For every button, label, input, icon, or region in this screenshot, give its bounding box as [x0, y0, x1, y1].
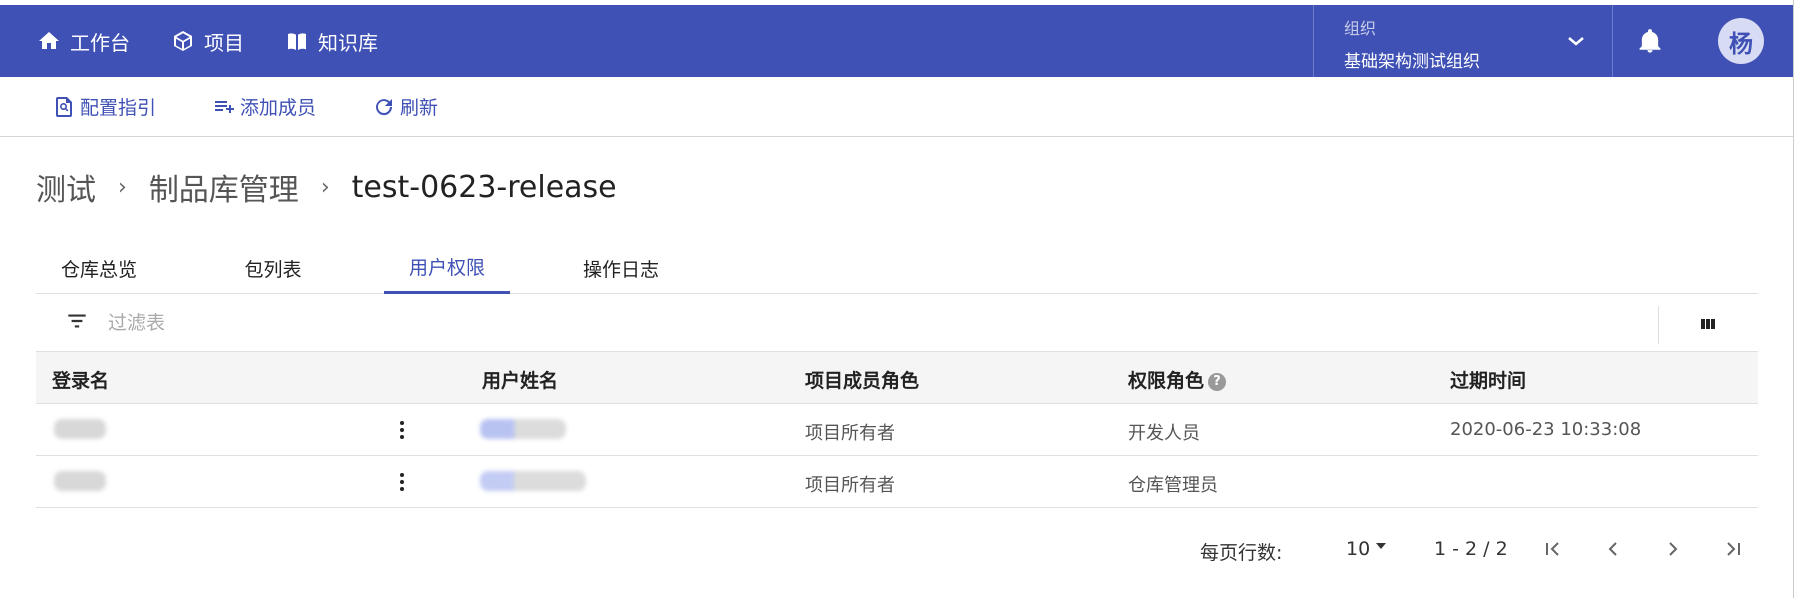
- org-selector[interactable]: 组织 基础架构测试组织: [1313, 5, 1613, 77]
- header-member-role[interactable]: 项目成员角色: [805, 366, 919, 393]
- rows-per-page-label: 每页行数:: [1200, 542, 1283, 564]
- pagination: 每页行数: 10 1 - 2 / 2: [0, 532, 1800, 568]
- divider: [1658, 306, 1659, 344]
- tab-package-list[interactable]: 包列表: [210, 242, 336, 294]
- rows-per-page-select[interactable]: 10: [1346, 538, 1387, 560]
- breadcrumb: 测试 › 制品库管理 › test-0623-release: [36, 165, 617, 209]
- table-header: 登录名 用户姓名 项目成员角色 权限角色? 过期时间: [36, 352, 1758, 404]
- tab-bar: 仓库总览 包列表 用户权限 操作日志: [36, 242, 1758, 294]
- user-avatar[interactable]: 杨: [1718, 18, 1764, 64]
- breadcrumb-item-project[interactable]: 测试: [36, 165, 96, 209]
- table-row: 项目所有者 仓库管理员: [36, 456, 1758, 508]
- filter-input[interactable]: [108, 306, 808, 340]
- help-icon[interactable]: ?: [1208, 373, 1227, 391]
- more-vert-icon[interactable]: [390, 418, 414, 442]
- config-guide-button[interactable]: 配置指引: [52, 93, 156, 120]
- redacted-login-name: [54, 471, 106, 491]
- nav-projects[interactable]: 项目: [150, 5, 264, 77]
- header-login-name[interactable]: 登录名: [52, 366, 109, 393]
- header-expire-time[interactable]: 过期时间: [1450, 366, 1526, 393]
- refresh-button[interactable]: 刷新: [372, 93, 438, 120]
- permission-role-cell: 开发人员: [1128, 423, 1200, 444]
- nav-workbench[interactable]: 工作台: [0, 5, 150, 77]
- filter-icon[interactable]: [64, 308, 90, 334]
- window-edge: [1793, 0, 1800, 598]
- nav-knowledge-base-label: 知识库: [318, 30, 378, 55]
- more-vert-icon[interactable]: [390, 470, 414, 494]
- notification-bell-icon[interactable]: [1636, 27, 1664, 55]
- first-page-icon[interactable]: [1538, 534, 1568, 564]
- column-settings-icon[interactable]: [1696, 312, 1720, 336]
- expire-time-cell: 2020-06-23 10:33:08: [1450, 419, 1642, 440]
- document-search-icon: [52, 95, 76, 119]
- playlist-add-icon: [212, 95, 236, 119]
- tab-operation-log[interactable]: 操作日志: [558, 242, 684, 294]
- chevron-right-icon: ›: [118, 174, 127, 200]
- next-page-icon[interactable]: [1658, 534, 1688, 564]
- table-row: 项目所有者 开发人员 2020-06-23 10:33:08: [36, 404, 1758, 456]
- refresh-label: 刷新: [400, 97, 439, 119]
- permission-role-cell: 仓库管理员: [1128, 475, 1218, 496]
- top-navbar: 工作台 项目 知识库 组织 基础架构测试组织 杨: [0, 5, 1793, 77]
- book-icon: [284, 28, 310, 54]
- last-page-icon[interactable]: [1718, 534, 1748, 564]
- chevron-right-icon: ›: [320, 174, 330, 200]
- header-user-name[interactable]: 用户姓名: [482, 366, 558, 393]
- action-toolbar: 配置指引 添加成员 刷新: [0, 77, 1793, 137]
- add-member-button[interactable]: 添加成员: [212, 93, 316, 120]
- breadcrumb-item-repository: test-0623-release: [351, 169, 617, 205]
- rows-per-page-value: 10: [1346, 538, 1371, 560]
- nav-workbench-label: 工作台: [70, 30, 130, 55]
- page-range: 1 - 2 / 2: [1434, 538, 1508, 560]
- previous-page-icon[interactable]: [1598, 534, 1628, 564]
- tab-repository-overview[interactable]: 仓库总览: [36, 242, 162, 294]
- add-member-label: 添加成员: [240, 97, 317, 119]
- tab-user-permissions[interactable]: 用户权限: [384, 242, 510, 294]
- header-permission-role[interactable]: 权限角色?: [1128, 366, 1227, 393]
- cube-icon: [170, 28, 196, 54]
- config-guide-label: 配置指引: [80, 97, 157, 119]
- user-permissions-table: 登录名 用户姓名 项目成员角色 权限角色? 过期时间 项目所有者 开发人员 20…: [36, 352, 1758, 508]
- header-permission-role-label: 权限角色: [1128, 370, 1205, 392]
- breadcrumb-item-artifact-management[interactable]: 制品库管理: [149, 165, 299, 209]
- redacted-user-name: [480, 471, 586, 491]
- nav-projects-label: 项目: [204, 30, 244, 55]
- redacted-login-name: [54, 419, 106, 439]
- refresh-icon: [372, 95, 396, 119]
- member-role-cell: 项目所有者: [805, 423, 895, 444]
- member-role-cell: 项目所有者: [805, 475, 895, 496]
- chevron-down-icon: [1564, 29, 1588, 53]
- filter-bar: [36, 294, 1758, 352]
- redacted-user-name: [480, 419, 566, 439]
- caret-down-icon: [1376, 543, 1387, 549]
- nav-knowledge-base[interactable]: 知识库: [264, 5, 398, 77]
- home-icon: [36, 28, 62, 54]
